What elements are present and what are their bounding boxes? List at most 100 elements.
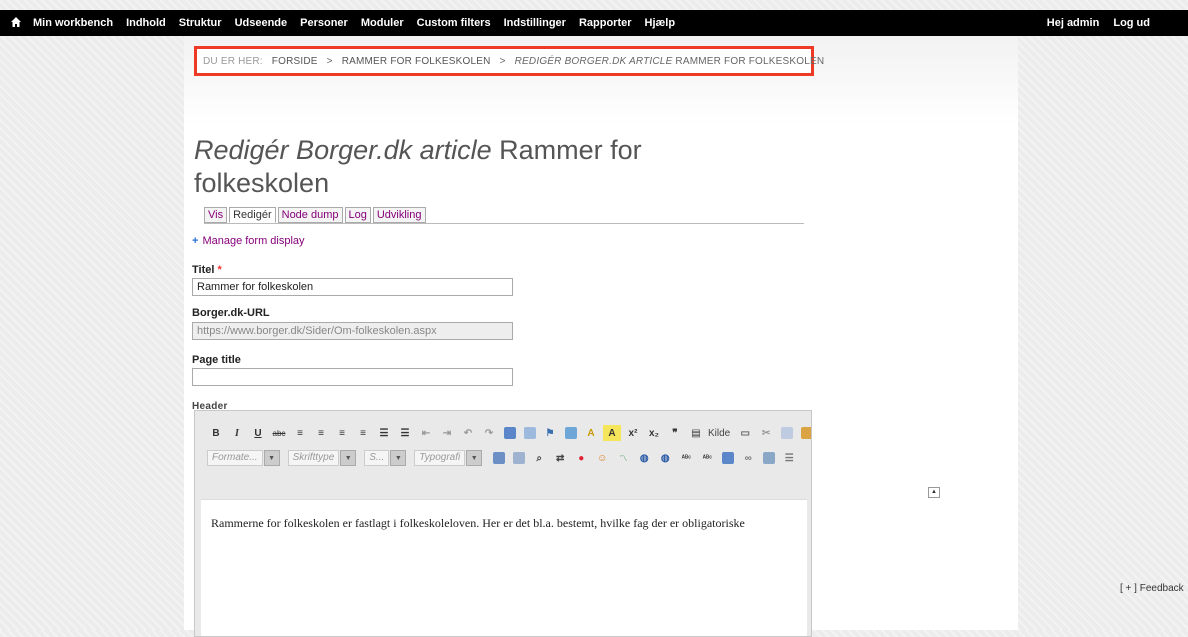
manage-form-display-link[interactable]: + Manage form display xyxy=(192,235,305,247)
titel-label: Titel * xyxy=(192,264,222,276)
borger-url-label: Borger.dk-URL xyxy=(192,307,270,319)
text-color-icon[interactable]: A xyxy=(582,425,600,441)
spellcheck-icon[interactable]: ᴬᴮᶜ xyxy=(677,450,695,466)
iframe-icon[interactable]: 〽 xyxy=(614,450,632,466)
source-button[interactable]: Kilde xyxy=(708,428,730,439)
font-dropdown[interactable]: Skrifttype ▼ xyxy=(287,450,357,466)
align-center-icon[interactable]: ≡ xyxy=(312,425,330,441)
logout-link[interactable]: Log ud xyxy=(1113,17,1150,29)
breadcrumb-current-rest: RAMMER FOR FOLKESKOLEN xyxy=(675,55,825,67)
align-left-icon[interactable]: ≡ xyxy=(291,425,309,441)
superscript-icon[interactable]: x² xyxy=(624,425,642,441)
breadcrumb-parent-link[interactable]: RAMMER FOR FOLKESKOLEN xyxy=(342,56,491,67)
bold-button[interactable]: B xyxy=(207,425,225,441)
toolbar-item-indhold[interactable]: Indhold xyxy=(126,17,166,29)
styles-dropdown[interactable]: Typografi ▼ xyxy=(414,450,483,466)
table-icon[interactable] xyxy=(493,452,506,464)
tab-udvikling[interactable]: Udvikling xyxy=(372,207,426,223)
outdent-icon[interactable]: ⇤ xyxy=(417,425,435,441)
smiley-icon[interactable]: ☺ xyxy=(593,450,611,466)
page-title-label: Page title xyxy=(192,354,241,366)
titel-label-text: Titel xyxy=(192,264,215,276)
media-icon[interactable] xyxy=(763,452,776,464)
blockquote-icon[interactable]: ❞ xyxy=(666,425,684,441)
linkit-icon[interactable]: ∞ xyxy=(739,450,757,466)
rich-text-editor: B I U abc ≡ ≡ ≡ ≡ ☰ ☰ ⇤ ⇥ ↶ ↷ ⚑ A A x² x… xyxy=(194,410,812,637)
chevron-down-icon: ▼ xyxy=(390,450,407,466)
page-title-input[interactable] xyxy=(192,368,513,386)
tab-vis[interactable]: Vis xyxy=(204,207,228,223)
chevron-down-icon: ▼ xyxy=(340,450,357,466)
link-icon[interactable] xyxy=(504,427,516,439)
breadcrumb-home-link[interactable]: FORSIDE xyxy=(272,56,318,67)
toolbar-menu: Min workbench Indhold Struktur Udseende … xyxy=(33,10,688,36)
align-right-icon[interactable]: ≡ xyxy=(333,425,351,441)
replace-icon[interactable]: ⇄ xyxy=(551,450,569,466)
manage-form-display-label: Manage form display xyxy=(202,235,305,247)
underline-button[interactable]: U xyxy=(249,425,267,441)
copy-icon[interactable] xyxy=(781,427,794,439)
editor-content-text: Rammerne for folkeskolen er fastlagt i f… xyxy=(211,516,745,530)
strikethrough-button[interactable]: abc xyxy=(270,425,288,441)
spellcheck-as-you-type-icon[interactable]: ᴬᴮᶜ xyxy=(698,450,716,466)
cut-icon[interactable]: ✂ xyxy=(757,425,775,441)
chevron-down-icon: ▼ xyxy=(466,450,483,466)
image-icon[interactable] xyxy=(565,427,577,439)
toolbar-item-personer[interactable]: Personer xyxy=(300,17,348,29)
toolbar-item-custom-filters[interactable]: Custom filters xyxy=(417,17,491,29)
unlink-icon[interactable] xyxy=(524,427,536,439)
styles-dropdown-label: Typografi xyxy=(414,450,466,466)
toolbar-item-workbench[interactable]: Min workbench xyxy=(33,17,113,29)
justify-icon[interactable]: ≡ xyxy=(354,425,372,441)
flash-icon[interactable]: ● xyxy=(572,450,590,466)
format-dropdown-label: Formate... xyxy=(207,450,263,466)
indent-icon[interactable]: ⇥ xyxy=(438,425,456,441)
size-dropdown-label: S... xyxy=(364,450,390,466)
breadcrumb-label: DU ER HER: xyxy=(203,55,263,67)
toolbar-item-hjaelp[interactable]: Hjælp xyxy=(645,17,676,29)
toolbar-item-struktur[interactable]: Struktur xyxy=(179,17,222,29)
format-dropdown[interactable]: Formate... ▼ xyxy=(207,450,280,466)
breadcrumb-separator: > xyxy=(326,55,333,67)
font-dropdown-label: Skrifttype xyxy=(287,450,340,466)
toolbar-item-rapporter[interactable]: Rapporter xyxy=(579,17,632,29)
tab-rediger[interactable]: Redigér xyxy=(229,207,276,223)
tab-node-dump[interactable]: Node dump xyxy=(277,207,343,223)
paste-icon[interactable] xyxy=(801,427,811,439)
toolbar-user: Hej admin Log ud xyxy=(1033,10,1150,36)
feedback-link[interactable]: [ + ] Feedback xyxy=(1120,583,1184,594)
help-icon[interactable] xyxy=(722,452,735,464)
titel-input[interactable] xyxy=(192,278,513,296)
find-icon[interactable]: ⌕ xyxy=(530,450,548,466)
show-blocks-icon[interactable] xyxy=(513,452,526,464)
undo-icon[interactable]: ↶ xyxy=(459,425,477,441)
page-title-em: Redigér Borger.dk article xyxy=(194,135,492,165)
breadcrumb-separator: > xyxy=(499,55,506,67)
borger-url-input xyxy=(192,322,513,340)
user-greeting-link[interactable]: Hej admin xyxy=(1047,17,1100,29)
background-color-icon[interactable]: A xyxy=(603,425,621,441)
breadcrumb-current: REDIGÉR BORGER.DK ARTICLE RAMMER FOR FOL… xyxy=(515,56,825,67)
toolbar-item-indstillinger[interactable]: Indstillinger xyxy=(504,17,566,29)
size-dropdown[interactable]: S... ▼ xyxy=(364,450,407,466)
globe-icon[interactable]: ◍ xyxy=(635,450,653,466)
bulleted-list-icon[interactable]: ☰ xyxy=(375,425,393,441)
breadcrumb: DU ER HER: FORSIDE > RAMMER FOR FOLKESKO… xyxy=(194,46,824,76)
templates-icon[interactable]: ☰ xyxy=(780,450,798,466)
home-icon[interactable] xyxy=(10,16,22,28)
numbered-list-icon[interactable]: ☰ xyxy=(396,425,414,441)
source-icon[interactable]: ▤ xyxy=(687,425,705,441)
anchor-flag-icon[interactable]: ⚑ xyxy=(541,425,559,441)
editor-content-area[interactable]: Rammerne for folkeskolen er fastlagt i f… xyxy=(201,499,807,636)
italic-button[interactable]: I xyxy=(228,425,246,441)
horizontal-rule-icon[interactable]: ▭ xyxy=(736,425,754,441)
collapse-toolbar-button[interactable]: ▲ xyxy=(928,487,940,498)
toolbar-item-moduler[interactable]: Moduler xyxy=(361,17,404,29)
toolbar-item-udseende[interactable]: Udseende xyxy=(235,17,288,29)
web-icon[interactable]: ◍ xyxy=(656,450,674,466)
redo-icon[interactable]: ↷ xyxy=(480,425,498,441)
tab-log[interactable]: Log xyxy=(344,207,371,223)
editor-toolbar-row-2: Formate... ▼ Skrifttype ▼ S... ▼ Typografi ▼… xyxy=(207,449,801,467)
subscript-icon[interactable]: x₂ xyxy=(645,425,663,441)
required-marker: * xyxy=(217,264,222,276)
